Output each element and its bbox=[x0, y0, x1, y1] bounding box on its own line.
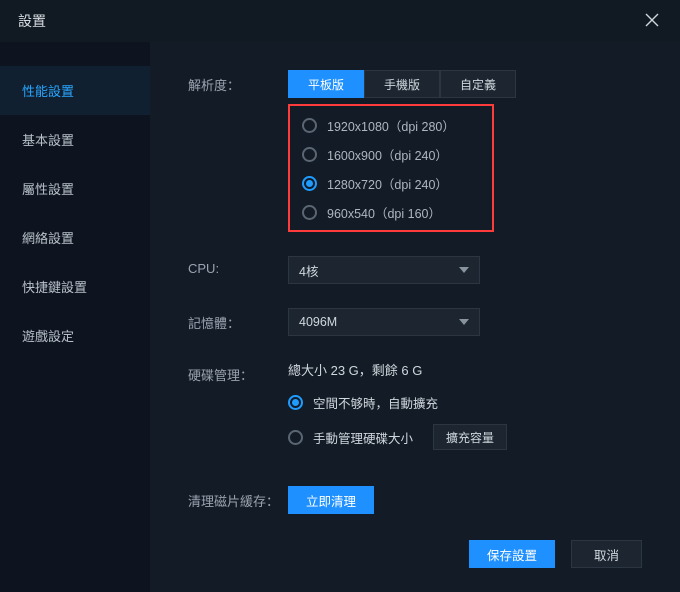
sidebar-item-game[interactable]: 遊戲設定 bbox=[0, 311, 150, 360]
window-title: 設置 bbox=[18, 11, 46, 31]
tab-label: 手機版 bbox=[384, 78, 420, 92]
expand-capacity-button[interactable]: 擴充容量 bbox=[433, 424, 507, 450]
chevron-down-icon bbox=[459, 319, 469, 325]
resolution-option[interactable]: 1600x900（dpi 240） bbox=[302, 145, 480, 164]
sidebar-item-label: 遊戲設定 bbox=[22, 329, 74, 344]
resolution-label: 解析度： bbox=[188, 70, 288, 94]
clear-cache-button[interactable]: 立即清理 bbox=[288, 486, 374, 514]
disk-auto-option[interactable]: 空間不够時，自動擴充 bbox=[288, 393, 656, 412]
disk-status-text: 總大小 23 G，剩餘 6 G bbox=[288, 360, 656, 379]
radio-icon bbox=[302, 118, 317, 133]
chevron-down-icon bbox=[459, 267, 469, 273]
select-value: 4096M bbox=[299, 315, 337, 329]
radio-icon bbox=[302, 205, 317, 220]
tab-label: 平板版 bbox=[308, 78, 344, 92]
sidebar: 性能設置 基本設置 屬性設置 網絡設置 快捷鍵設置 遊戲設定 bbox=[0, 42, 150, 592]
tab-label: 自定義 bbox=[460, 78, 496, 92]
resolution-option[interactable]: 960x540（dpi 160） bbox=[302, 203, 480, 222]
tab-phone[interactable]: 手機版 bbox=[364, 70, 440, 98]
memory-select[interactable]: 4096M bbox=[288, 308, 480, 336]
cancel-button[interactable]: 取消 bbox=[571, 540, 642, 568]
sidebar-item-label: 屬性設置 bbox=[22, 182, 74, 197]
cpu-label: CPU: bbox=[188, 256, 288, 276]
sidebar-item-label: 基本設置 bbox=[22, 133, 74, 148]
tab-custom[interactable]: 自定義 bbox=[440, 70, 516, 98]
memory-label: 記憶體： bbox=[188, 308, 288, 332]
sidebar-item-property[interactable]: 屬性設置 bbox=[0, 164, 150, 213]
save-button[interactable]: 保存設置 bbox=[469, 540, 555, 568]
radio-icon bbox=[302, 147, 317, 162]
sidebar-item-label: 網絡設置 bbox=[22, 231, 74, 246]
radio-label: 1920x1080（dpi 280） bbox=[327, 116, 455, 135]
sidebar-item-label: 快捷鍵設置 bbox=[22, 280, 87, 295]
sidebar-item-label: 性能設置 bbox=[22, 84, 74, 99]
radio-label: 960x540（dpi 160） bbox=[327, 203, 441, 222]
main-panel: 解析度： 平板版 手機版 自定義 1920x1080（dpi 280） bbox=[150, 42, 680, 592]
tab-tablet[interactable]: 平板版 bbox=[288, 70, 364, 98]
radio-icon bbox=[288, 430, 303, 445]
radio-label: 1280x720（dpi 240） bbox=[327, 174, 448, 193]
resolution-option[interactable]: 1920x1080（dpi 280） bbox=[302, 116, 480, 135]
select-value: 4核 bbox=[299, 261, 318, 280]
resolution-option[interactable]: 1280x720（dpi 240） bbox=[302, 174, 480, 193]
sidebar-item-network[interactable]: 網絡設置 bbox=[0, 213, 150, 262]
radio-label: 空間不够時，自動擴充 bbox=[313, 393, 438, 412]
sidebar-item-basic[interactable]: 基本設置 bbox=[0, 115, 150, 164]
sidebar-item-performance[interactable]: 性能設置 bbox=[0, 66, 150, 115]
disk-manual-option[interactable]: 手動管理硬碟大小 擴充容量 bbox=[288, 424, 656, 450]
radio-icon bbox=[288, 395, 303, 410]
disk-label: 硬碟管理： bbox=[188, 360, 288, 384]
radio-label: 手動管理硬碟大小 bbox=[313, 428, 413, 447]
resolution-tabbar: 平板版 手機版 自定義 bbox=[288, 70, 656, 98]
footer: 保存設置 取消 bbox=[188, 532, 656, 582]
close-icon[interactable] bbox=[642, 11, 662, 32]
cpu-select[interactable]: 4核 bbox=[288, 256, 480, 284]
titlebar: 設置 bbox=[0, 0, 680, 42]
sidebar-item-hotkey[interactable]: 快捷鍵設置 bbox=[0, 262, 150, 311]
radio-label: 1600x900（dpi 240） bbox=[327, 145, 448, 164]
radio-icon bbox=[302, 176, 317, 191]
cache-label: 清理磁片緩存： bbox=[188, 486, 288, 510]
resolution-options-highlight: 1920x1080（dpi 280） 1600x900（dpi 240） 128… bbox=[288, 104, 494, 232]
